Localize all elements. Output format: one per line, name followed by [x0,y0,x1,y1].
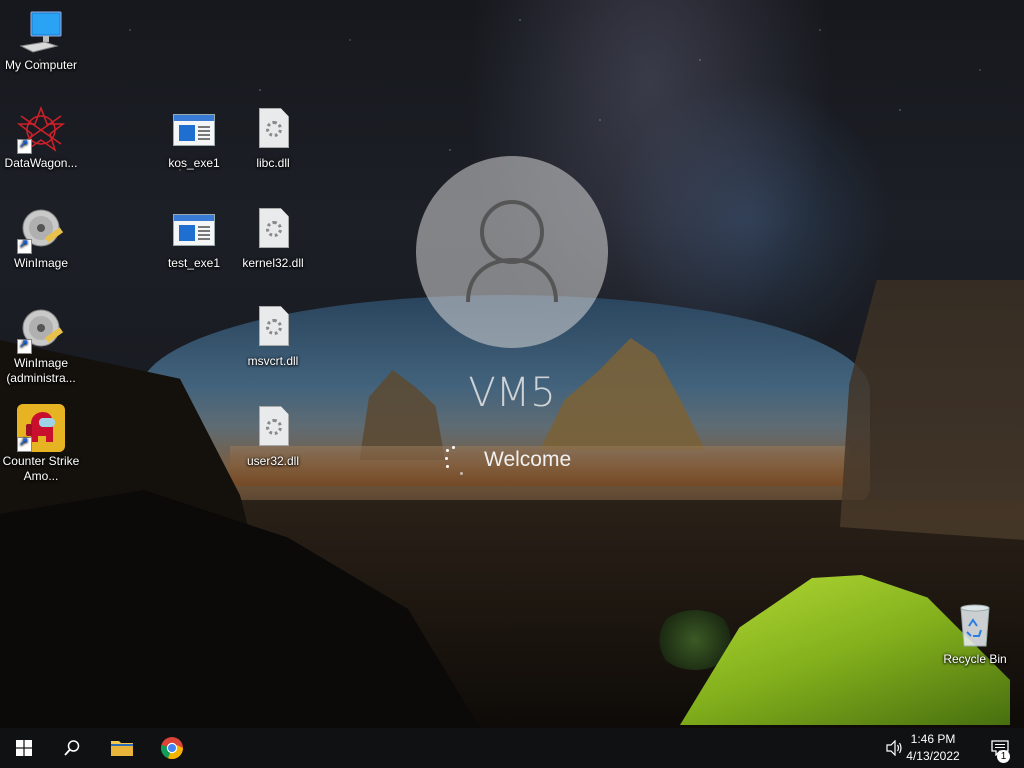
icon-label: msvcrt.dll [247,354,299,368]
search-button[interactable] [48,728,96,768]
icon-label: My Computer [4,58,78,72]
user-name: VM5 [468,370,556,416]
exe-window-icon [170,206,218,254]
desktop-icon-recycle-bin[interactable]: Recycle Bin [934,602,1016,667]
search-icon [64,740,80,756]
icon-label: kernel32.dll [242,256,304,270]
desktop-icon-kos-exe1[interactable]: kos_exe1 [153,106,235,171]
system-clock[interactable]: 1:46 PM 4/13/2022 [898,731,968,765]
exe-window-icon [170,106,218,154]
shortcut-arrow-icon [17,237,32,254]
start-button[interactable] [0,728,48,768]
clock-time: 1:46 PM [910,732,956,746]
icon-label: WinImage (administra... [6,356,76,385]
chrome-button[interactable] [148,728,196,768]
user-avatar [416,156,608,348]
desktop-icon-counter-strike[interactable]: Counter Strike Amo... [0,404,82,484]
icon-label: Counter Strike Amo... [2,454,80,483]
welcome-text: Welcome [484,448,572,471]
recycle-bin-icon [951,602,999,650]
dll-gear-file-icon [249,106,297,154]
desktop-icon-user32-dll[interactable]: user32.dll [232,404,314,469]
desktop-icon-my-computer[interactable]: My Computer [0,8,82,73]
desktop-icon-winimage[interactable]: WinImage [0,206,82,271]
dll-gear-file-icon [249,304,297,352]
among-us-icon [17,404,65,452]
windows-logo-icon [16,740,32,756]
shortcut-arrow-icon [17,337,32,354]
shortcut-arrow-icon [17,137,32,154]
winimage-disc-icon [17,206,65,254]
user-silhouette-icon [466,200,558,303]
icon-label: DataWagon... [4,156,78,170]
folder-icon [111,741,133,756]
icon-label: kos_exe1 [168,156,220,170]
file-explorer-button[interactable] [98,728,146,768]
desktop-icon-datawagon[interactable]: DataWagon... [0,105,82,171]
loading-spinner-icon [440,446,466,476]
taskbar: 1:46 PM 4/13/2022 1 [0,728,1024,768]
clock-date: 4/13/2022 [906,749,960,763]
dll-gear-file-icon [249,404,297,452]
shortcut-arrow-icon [17,435,32,452]
desktop-icon-winimage-admin[interactable]: WinImage (administra... [0,306,82,386]
chrome-icon [161,737,184,760]
datawagon-icon [16,105,66,154]
dll-gear-file-icon [249,206,297,254]
winimage-disc-icon [17,306,65,354]
cave-wall-right [840,280,1024,540]
icon-label: test_exe1 [167,256,221,270]
desktop-icon-kernel32-dll[interactable]: kernel32.dll [232,206,314,271]
welcome-status: Welcome [440,446,600,476]
computer-icon [17,8,65,56]
action-center-button[interactable]: 1 [976,728,1024,768]
desktop-icon-libc-dll[interactable]: libc.dll [232,106,314,171]
icon-label: Recycle Bin [943,652,1007,666]
icon-label: libc.dll [256,156,290,170]
notification-count-badge: 1 [997,750,1010,763]
icon-label: user32.dll [246,454,300,468]
desktop-icon-test-exe1[interactable]: test_exe1 [153,206,235,271]
icon-label: WinImage [13,256,69,270]
desktop-icon-msvcrt-dll[interactable]: msvcrt.dll [232,304,314,369]
